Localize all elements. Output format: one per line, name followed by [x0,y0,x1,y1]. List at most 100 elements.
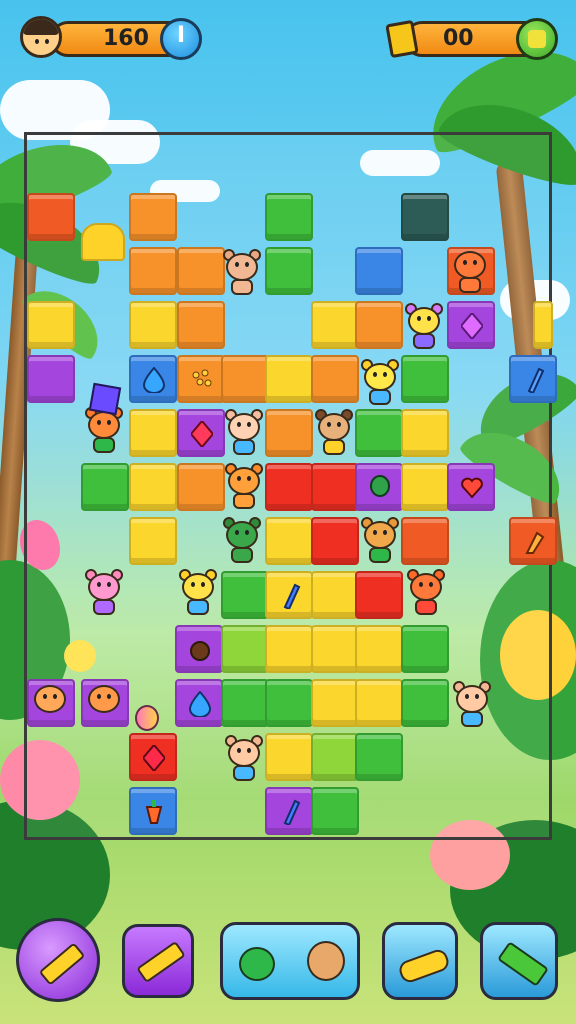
tile-yellow[interactable] [401,409,449,457]
gold-card-icon [385,19,419,59]
tile-purple[interactable] [447,463,495,511]
tile-blue[interactable] [129,355,177,403]
tile-green[interactable] [221,571,269,619]
tile-yellow[interactable] [401,463,449,511]
banana-booster-button[interactable] [382,922,458,1000]
tile-orange[interactable] [129,247,177,295]
tile-red[interactable] [355,571,403,619]
tile-blue[interactable] [509,355,557,403]
red-gem-icon [143,745,165,771]
tile-yellow[interactable] [265,625,313,673]
coin-value: 00 [443,26,474,51]
tile-purple[interactable] [27,355,75,403]
tile-blue[interactable] [355,247,403,295]
tile-purple[interactable] [447,301,495,349]
bear-critter[interactable] [221,407,267,459]
tile-orange[interactable] [177,463,225,511]
score-info-button[interactable]: I [160,18,202,60]
pig-critter[interactable] [81,567,127,619]
red-gem-icon [191,421,213,447]
tile-orange[interactable] [355,301,403,349]
tile-green[interactable] [355,733,403,781]
tile-green[interactable] [401,625,449,673]
orange-critter[interactable] [447,245,493,297]
tile-red[interactable] [129,733,177,781]
tile-red[interactable] [311,517,359,565]
tile-yellow[interactable] [129,463,177,511]
tile-green[interactable] [311,787,359,835]
tiger-critter[interactable] [403,567,449,619]
tile-green[interactable] [265,679,313,727]
tile-yellow[interactable] [265,517,313,565]
tile-green[interactable] [311,733,359,781]
deer-critter[interactable] [357,515,403,567]
tile-orange[interactable] [177,355,225,403]
add-coins-button[interactable] [516,18,558,60]
tile-yellow[interactable] [129,409,177,457]
tile-green[interactable] [81,463,129,511]
bear-critter[interactable] [27,679,73,731]
tile-orange[interactable] [221,355,269,403]
tile-orange[interactable] [401,517,449,565]
critter-swap-icon [307,941,345,981]
tile-yellow[interactable] [265,733,313,781]
tile-orange[interactable] [509,517,557,565]
lion-critter[interactable] [175,567,221,619]
player-avatar-icon[interactable] [20,16,62,58]
cat-critter[interactable] [219,515,265,567]
bear-critter[interactable] [219,247,265,299]
tile-yellow[interactable] [533,301,553,349]
tiger-critter[interactable] [221,461,267,513]
tile-yellow[interactable] [311,679,359,727]
purple-cube-piece[interactable] [88,382,122,416]
tile-orange[interactable] [177,301,225,349]
tile-orange[interactable] [177,247,225,295]
tile-yellow[interactable] [27,301,75,349]
tile-orange[interactable] [265,409,313,457]
dog-critter[interactable] [311,407,357,459]
tile-yellow[interactable] [311,301,359,349]
tile-green[interactable] [401,679,449,727]
lion-critter[interactable] [357,357,403,409]
tile-dark-teal[interactable] [401,193,449,241]
tile-red[interactable] [265,463,313,511]
bear-critter[interactable] [221,733,267,785]
tile-blue[interactable] [129,787,177,835]
yellow-house-piece[interactable] [81,223,125,261]
pink-bean-piece[interactable] [135,705,159,731]
tile-yellow[interactable] [355,625,403,673]
tile-red[interactable] [311,463,359,511]
tile-green[interactable] [221,679,269,727]
bear-critter[interactable] [81,679,127,731]
tile-yellow[interactable] [129,301,177,349]
tile-yellow[interactable] [355,679,403,727]
tile-yellow[interactable] [311,571,359,619]
tile-purple[interactable] [175,679,223,727]
lion-critter[interactable] [401,301,447,353]
tile-orange[interactable] [27,193,75,241]
tile-green[interactable] [355,409,403,457]
tile-green[interactable] [221,625,269,673]
bear-critter[interactable] [449,679,495,731]
tile-purple[interactable] [355,463,403,511]
tile-yellow[interactable] [265,355,313,403]
tile-orange[interactable] [311,355,359,403]
green-mallet-icon [497,941,549,987]
tile-yellow[interactable] [311,625,359,673]
double-hammer-booster-button[interactable] [122,924,194,998]
hammer-booster-button[interactable] [16,918,100,1002]
game-scene: 160 I 00 [0,0,576,1024]
tile-yellow[interactable] [265,571,313,619]
tile-green[interactable] [265,247,313,295]
tile-purple[interactable] [175,625,223,673]
tile-purple[interactable] [265,787,313,835]
blue-crystal-icon [283,583,301,609]
tile-orange[interactable] [129,193,177,241]
critter-swap-booster-button[interactable] [220,922,360,1000]
tile-green[interactable] [265,193,313,241]
tile-green[interactable] [401,355,449,403]
mallet-booster-button[interactable] [480,922,558,1000]
tile-yellow[interactable] [129,517,177,565]
tile-purple[interactable] [177,409,225,457]
game-board [24,132,557,840]
